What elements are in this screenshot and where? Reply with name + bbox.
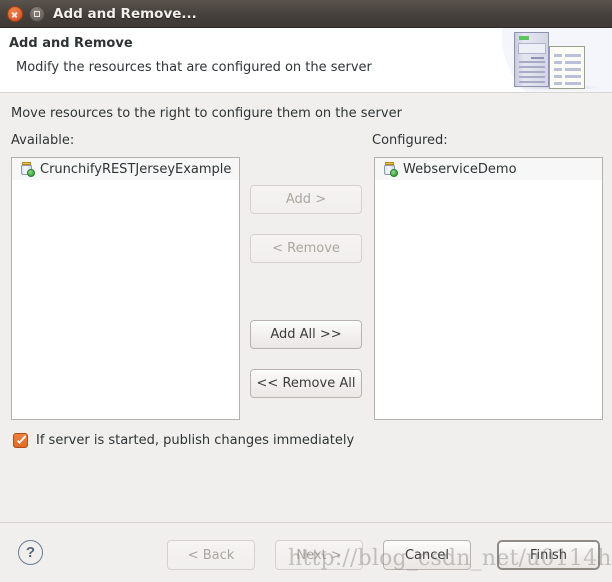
list-item-label: CrunchifyRESTJerseyExample bbox=[40, 161, 232, 177]
list-item[interactable]: CrunchifyRESTJerseyExample bbox=[12, 158, 239, 180]
add-all-button[interactable]: Add All >> bbox=[250, 320, 362, 349]
configured-label: Configured: bbox=[372, 133, 448, 148]
cancel-button[interactable]: Cancel bbox=[383, 540, 471, 570]
publish-immediately-label: If server is started, publish changes im… bbox=[36, 433, 355, 448]
page-description: Modify the resources that are configured… bbox=[16, 60, 372, 75]
dialog-header: Add and Remove Modify the resources that… bbox=[0, 28, 612, 93]
jar-module-icon bbox=[383, 161, 398, 177]
close-icon[interactable] bbox=[7, 6, 23, 22]
publish-immediately-checkbox[interactable] bbox=[13, 433, 28, 448]
back-button[interactable]: < Back bbox=[167, 540, 255, 570]
help-icon[interactable]: ? bbox=[18, 540, 43, 565]
list-item-label: WebserviceDemo bbox=[403, 161, 517, 177]
window-title: Add and Remove... bbox=[53, 6, 197, 22]
next-button[interactable]: Next > bbox=[275, 540, 363, 570]
remove-button[interactable]: < Remove bbox=[250, 234, 362, 263]
available-label: Available: bbox=[11, 133, 75, 148]
remove-all-button[interactable]: << Remove All bbox=[250, 369, 362, 398]
add-button[interactable]: Add > bbox=[250, 185, 362, 214]
available-list[interactable]: CrunchifyRESTJerseyExample bbox=[11, 157, 240, 420]
server-and-document-icon bbox=[502, 28, 612, 92]
configured-list[interactable]: WebserviceDemo bbox=[374, 157, 603, 420]
list-item[interactable]: WebserviceDemo bbox=[375, 158, 602, 180]
page-title: Add and Remove bbox=[9, 36, 133, 51]
jar-module-icon bbox=[20, 161, 35, 177]
instruction-text: Move resources to the right to configure… bbox=[11, 106, 402, 121]
publish-immediately-checkbox-row[interactable]: If server is started, publish changes im… bbox=[13, 433, 354, 448]
dialog-body: Move resources to the right to configure… bbox=[0, 93, 612, 522]
maximize-icon[interactable] bbox=[29, 6, 45, 22]
title-bar: Add and Remove... bbox=[0, 0, 612, 28]
finish-button[interactable]: Finish bbox=[497, 540, 600, 570]
add-and-remove-dialog: Add and Remove... Add and Remove Modify … bbox=[0, 0, 612, 582]
